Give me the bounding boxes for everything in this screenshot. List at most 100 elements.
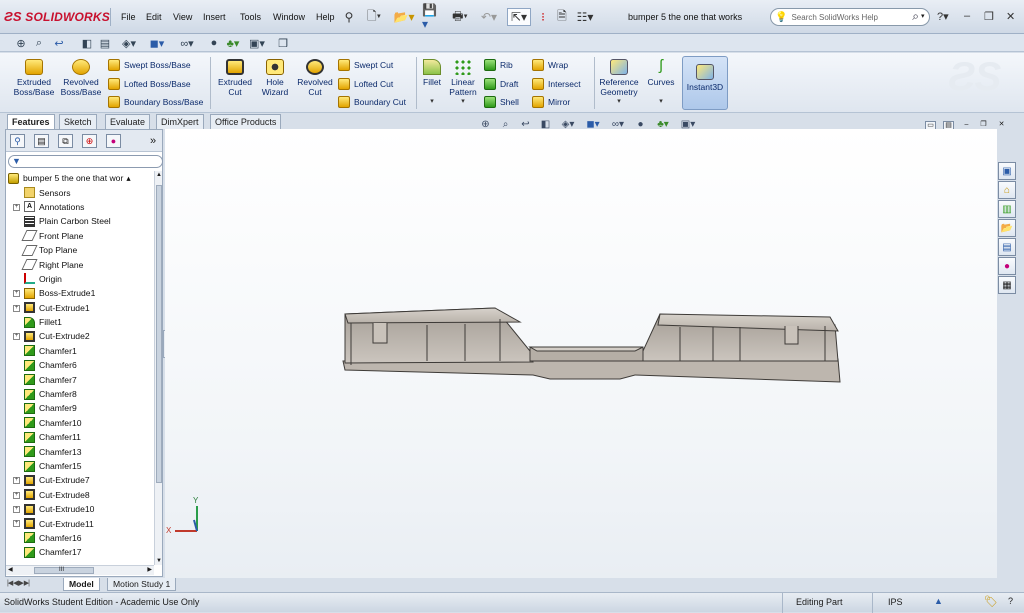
solidworks-resources-icon[interactable]: ▣ [998,162,1016,180]
solidworks-logo[interactable]: ƧS SOLIDWORKS [4,9,110,24]
tree-item[interactable]: Origin [6,272,154,286]
tab-dimxpert[interactable]: DimXpert [156,114,204,129]
wrap-button[interactable]: Wrap [532,59,568,71]
new-document-icon[interactable]: 🗋▾ [362,8,386,26]
previous-view-icon[interactable]: ↩ [52,36,66,50]
intersect-button[interactable]: Intersect [532,78,581,90]
graphics-area[interactable] [165,129,997,578]
linear-pattern-button[interactable]: Linear Pattern ▾ [446,59,480,107]
revolved-boss-base-button[interactable]: Revolved Boss/Base [59,59,103,97]
tree-item[interactable]: Top Plane [6,243,154,257]
tree-item[interactable]: Chamfer9 [6,401,154,415]
tree-item[interactable]: Chamfer10 [6,416,154,430]
scroll-down-arrow-icon[interactable]: ▼ [156,558,162,564]
select-pointer-icon[interactable]: ⇱▾ [507,8,531,26]
home-icon[interactable]: ⌂ [998,181,1016,199]
lofted-boss-base-button[interactable]: Lofted Boss/Base [108,78,191,90]
revolved-cut-button[interactable]: Revolved Cut [294,59,336,97]
swept-cut-button[interactable]: Swept Cut [338,59,393,71]
mirror-button[interactable]: Mirror [532,96,570,108]
unit-system[interactable]: IPS [888,597,903,607]
fillet-dropdown-chevron-icon[interactable]: ▾ [420,97,444,107]
tree-item[interactable]: + Boss-Extrude1 [6,286,154,300]
draft-button[interactable]: Draft [484,78,518,90]
edit-appearance-icon[interactable]: ● [207,36,221,50]
rib-button[interactable]: Rib [484,59,513,71]
expand-icon[interactable]: + [13,505,20,513]
view-settings-icon[interactable]: ▣▾ [246,36,268,50]
expand-icon[interactable]: + [13,290,20,298]
tree-item[interactable]: Sensors [6,185,154,199]
expand-icon[interactable]: + [13,203,20,211]
search-dropdown-chevron-icon[interactable]: ▾ [921,12,925,20]
expand-icon[interactable]: + [13,304,20,312]
units-dropdown-icon[interactable]: ▲ [934,596,943,606]
section-view-icon[interactable]: ◧ [80,36,94,50]
viewport-close-icon[interactable]: ✕ [996,121,1007,131]
tree-item[interactable]: Chamfer7 [6,372,154,386]
apply-scene-icon[interactable]: ♣▾ [226,36,240,50]
tree-item[interactable]: + Cut-Extrude2 [6,329,154,343]
tab-motion-study-1[interactable]: Motion Study 1 [107,578,177,591]
menu-file[interactable]: File [121,12,136,22]
rebuild-traffic-light-icon[interactable]: ⁝ [536,8,550,26]
expand-icon[interactable]: + [13,333,20,341]
tree-item[interactable]: Chamfer17 [6,545,154,559]
tree-root-part[interactable]: bumper 5 the one that wor ▴ [6,171,154,185]
appearances-icon[interactable]: ● [998,257,1016,275]
tree-item[interactable]: Chamfer6 [6,358,154,372]
tab-model[interactable]: Model [63,578,100,591]
expand-icon[interactable]: + [13,477,20,485]
status-help-icon[interactable]: ? [1008,596,1013,606]
bumper-model[interactable] [342,307,841,383]
display-style-icon[interactable]: ◼▾ [146,36,168,50]
menu-edit[interactable]: Edit [146,12,162,22]
scrollbar-thumb[interactable] [156,185,162,483]
lofted-cut-button[interactable]: Lofted Cut [338,78,393,90]
tree-item[interactable]: + Cut-Extrude10 [6,502,154,516]
view-orientation-icon[interactable]: ◈▾ [118,36,140,50]
curves-button[interactable]: ʃ Curves ▾ [644,58,678,107]
shell-button[interactable]: Shell [484,96,519,108]
print-icon[interactable]: 🖶▾ [448,8,472,26]
h-scrollbar-thumb[interactable]: III [34,567,94,574]
expand-pane-chevron-icon[interactable]: » [150,135,156,147]
pin-icon[interactable]: ⚲ [342,8,356,26]
model-view[interactable] [165,129,997,578]
minimize-icon[interactable]: – [964,10,970,22]
swept-boss-base-button[interactable]: Swept Boss/Base [108,59,191,71]
boundary-cut-button[interactable]: Boundary Cut [338,96,406,108]
options-icon[interactable]: ☷▾ [573,8,597,26]
tab-sketch[interactable]: Sketch [59,114,97,129]
menu-insert[interactable]: Insert [203,12,226,22]
tree-item[interactable]: + Cut-Extrude8 [6,488,154,502]
expand-icon[interactable]: + [13,491,20,499]
extruded-cut-button[interactable]: Extruded Cut [214,59,256,97]
menu-tools[interactable]: Tools [240,12,261,22]
menu-help[interactable]: Help [316,12,335,22]
curves-dropdown-chevron-icon[interactable]: ▾ [644,97,678,107]
tab-features[interactable]: Features [7,114,55,129]
tree-vertical-scrollbar[interactable]: ▲ ▼ [154,171,162,565]
tree-filter-input[interactable]: ▼ [8,155,163,168]
tree-item[interactable]: + Cut-Extrude7 [6,473,154,487]
tree-item[interactable]: Chamfer15 [6,459,154,473]
fillet-button[interactable]: Fillet ▾ [420,59,444,107]
reference-geometry-dropdown-chevron-icon[interactable]: ▾ [597,97,641,107]
design-library-icon[interactable]: ▥ [998,200,1016,218]
tree-item[interactable]: Plain Carbon Steel [6,214,154,228]
custom-properties-icon[interactable]: ▦ [998,276,1016,294]
zoom-to-fit-icon[interactable]: ⊕ [14,36,28,50]
tree-item[interactable]: + A Annotations [6,200,154,214]
open-folder-icon[interactable]: 📂▾ [392,8,416,26]
tab-evaluate[interactable]: Evaluate [105,114,151,129]
view-palette-icon[interactable]: ▤ [998,238,1016,256]
property-manager-tab-icon[interactable]: ▤ [34,134,49,148]
display-manager-tab-icon[interactable]: ● [106,134,121,148]
tree-item[interactable]: Chamfer13 [6,444,154,458]
menu-view[interactable]: View [173,12,192,22]
tree-item[interactable]: + Cut-Extrude1 [6,301,154,315]
zoom-to-area-icon[interactable]: ⌕ [32,36,46,50]
feature-manager-tab-icon[interactable]: ⚲ [10,134,25,148]
dimxpert-manager-tab-icon[interactable]: ⊕ [82,134,97,148]
